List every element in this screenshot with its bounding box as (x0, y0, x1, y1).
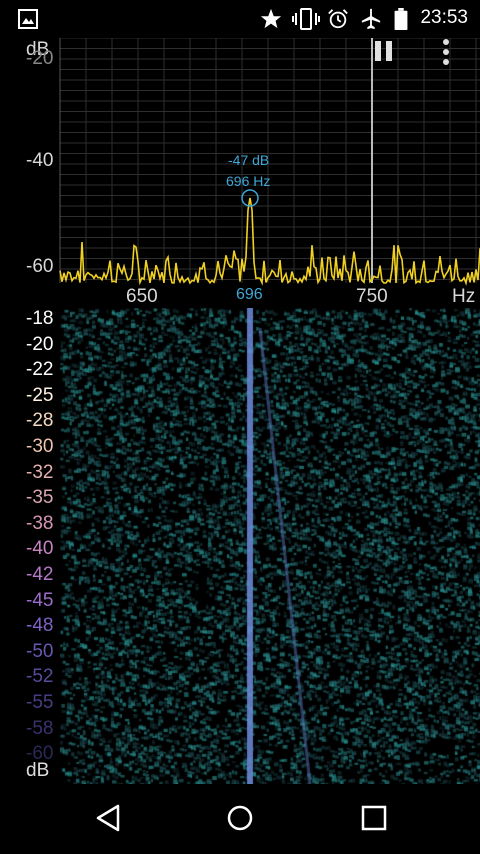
pause-icon[interactable] (372, 38, 396, 64)
db-scale-label: -48 (26, 615, 54, 637)
db-scale-label: -30 (26, 436, 54, 457)
status-time: 23:53 (420, 7, 468, 28)
home-icon[interactable] (224, 802, 256, 834)
star-icon (260, 8, 282, 29)
status-bar: 23:53 (0, 0, 480, 38)
db-scale-label: -18 (26, 308, 54, 329)
y-tick-label: -20 (26, 48, 54, 69)
peak-db-label: -47 dB (228, 152, 270, 168)
db-scale-label: -40 (26, 538, 54, 560)
db-scale-unit: dB (26, 760, 50, 781)
navigation-bar (0, 784, 480, 854)
peak-frequency-label: 696 Hz (226, 173, 271, 189)
db-scale-label: -42 (26, 564, 54, 585)
db-scale-label: -25 (26, 384, 54, 406)
db-scale-label: -35 (26, 487, 54, 509)
recents-icon[interactable] (358, 802, 390, 834)
db-scale-label: -52 (26, 666, 54, 688)
x-tick-label: 650 (126, 286, 158, 307)
db-scale-label: -45 (26, 589, 54, 611)
x-tick-label: 750 (356, 286, 388, 307)
db-scale-label: -55 (26, 692, 54, 713)
y-tick-label: -40 (26, 150, 54, 171)
db-scale-label: -22 (26, 359, 54, 381)
spectrum-trace (59, 197, 480, 286)
db-scale-label: -38 (26, 512, 54, 534)
db-scale-label: -32 (26, 461, 54, 483)
more-vert-icon[interactable] (438, 38, 454, 66)
x-axis-unit: Hz (452, 286, 476, 307)
vibrate-icon (292, 8, 320, 30)
spectrogram-panel[interactable]: -18 -20 -22 -25 -28 -30 -32 -35 -38 -40 -42 -45 -48 -… (0, 308, 480, 784)
db-scale-label: -28 (26, 410, 54, 432)
db-scale-label: -58 (26, 717, 54, 739)
image-icon (18, 9, 38, 29)
y-tick-label: -60 (26, 256, 54, 277)
spectrogram-waterfall (60, 308, 480, 784)
battery-icon (394, 8, 408, 30)
cursor-frequency-label: 696 (236, 286, 263, 303)
db-scale-label: -20 (26, 333, 54, 355)
spectrum-panel[interactable]: dB -20 -40 -60 650 696 750 Hz -47 dB 696… (0, 38, 480, 308)
airplane-icon (361, 8, 381, 30)
alarm-icon (328, 9, 348, 29)
back-icon[interactable] (92, 802, 124, 834)
db-scale-label: -50 (26, 640, 54, 662)
